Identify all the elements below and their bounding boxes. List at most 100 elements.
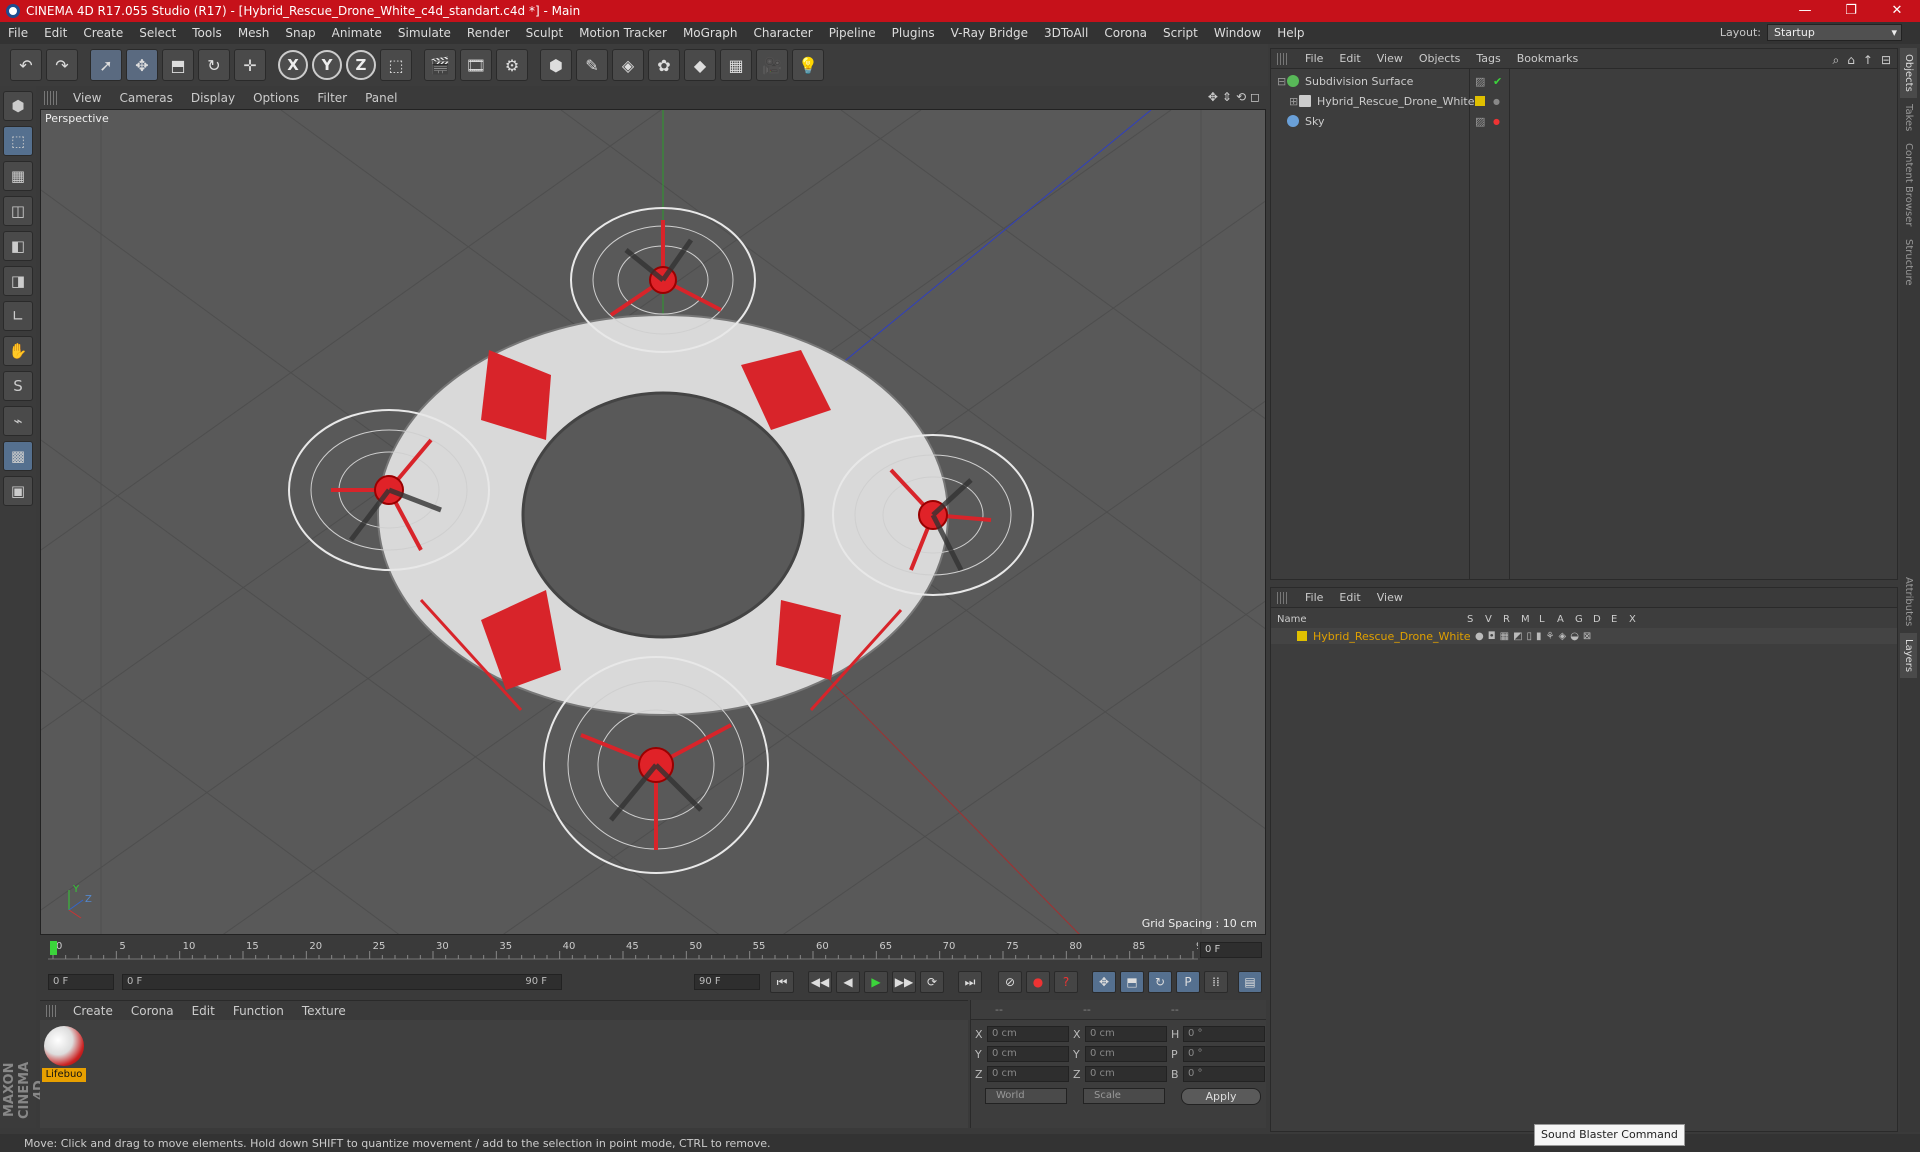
x-axis-lock-button[interactable]: X xyxy=(278,50,308,80)
key-position-icon[interactable]: ✥ xyxy=(1092,971,1116,993)
timeline-ruler[interactable]: 051015202530354045505560657075808590 0 F xyxy=(40,935,1266,965)
zoom-view-icon[interactable]: ⇕ xyxy=(1222,90,1232,104)
layers-menu-file[interactable]: File xyxy=(1297,591,1331,604)
menu-3dtoall[interactable]: 3DToAll xyxy=(1036,26,1096,40)
key-pla-icon[interactable]: ⁞⁞ xyxy=(1204,971,1228,993)
tab-objects[interactable]: Objects xyxy=(1900,48,1917,98)
panel-grip-icon[interactable] xyxy=(1277,52,1289,65)
viewport-menu-display[interactable]: Display xyxy=(182,91,244,105)
rot-p-field[interactable]: 0 ° xyxy=(1183,1046,1265,1062)
pen-spline-icon[interactable]: ✎ xyxy=(576,49,608,81)
menu-mesh[interactable]: Mesh xyxy=(230,26,278,40)
menu-file[interactable]: File xyxy=(0,26,36,40)
undo-icon[interactable]: ↶ xyxy=(10,49,42,81)
layer-row[interactable]: Hybrid_Rescue_Drone_White ●◘▦◩▯▮⚘◈◒⊠ xyxy=(1271,628,1897,644)
autokey-help-icon[interactable]: ? xyxy=(1054,971,1078,993)
tweak-mode-icon[interactable]: S xyxy=(3,371,33,401)
subdivision-surface-icon[interactable]: ◈ xyxy=(612,49,644,81)
menu-plugins[interactable]: Plugins xyxy=(884,26,943,40)
object-row-sky[interactable]: Sky ▨ ● xyxy=(1271,111,1897,131)
menu-snap[interactable]: Snap xyxy=(277,26,323,40)
layers-menu-edit[interactable]: Edit xyxy=(1331,591,1368,604)
make-editable-icon[interactable]: ⬢ xyxy=(3,91,33,121)
material-menu-function[interactable]: Function xyxy=(224,1004,293,1018)
up-arrow-icon[interactable]: ↑ xyxy=(1863,53,1873,68)
model-mode-icon[interactable]: ⬚ xyxy=(3,126,33,156)
key-rotation-icon[interactable]: ↻ xyxy=(1148,971,1172,993)
expand-icon[interactable]: ⊞ xyxy=(1289,95,1299,108)
edges-mode-icon[interactable]: ◨ xyxy=(3,266,33,296)
objects-menu-bookmarks[interactable]: Bookmarks xyxy=(1509,52,1586,65)
select-tool-icon[interactable]: ➚ xyxy=(90,49,122,81)
menu-character[interactable]: Character xyxy=(745,26,820,40)
layer-tag-icon[interactable]: ▨ xyxy=(1475,75,1485,88)
light-icon[interactable]: 💡 xyxy=(792,49,824,81)
viewport-menu-filter[interactable]: Filter xyxy=(308,91,356,105)
axis-mode-icon[interactable]: ✋ xyxy=(3,336,33,366)
points-mode-icon[interactable]: ◧ xyxy=(3,231,33,261)
visibility-dots-icon[interactable]: ● xyxy=(1493,117,1500,126)
current-frame-field[interactable]: 0 F xyxy=(1200,942,1262,958)
tab-layers[interactable]: Layers xyxy=(1900,632,1917,678)
minimize-button[interactable]: — xyxy=(1782,0,1828,22)
object-row-subdivision[interactable]: ⊟ Subdivision Surface ▨ ✔ xyxy=(1271,71,1897,91)
tab-attributes[interactable]: Attributes xyxy=(1900,571,1917,632)
cube-primitive-icon[interactable]: ⬢ xyxy=(540,49,572,81)
y-axis-lock-button[interactable]: Y xyxy=(312,50,342,80)
key-parameter-icon[interactable]: P xyxy=(1176,971,1200,993)
texture-mode-icon[interactable]: ▦ xyxy=(3,161,33,191)
previous-frame-button[interactable]: ◀ xyxy=(836,971,860,993)
menu-sculpt[interactable]: Sculpt xyxy=(518,26,571,40)
timeline-window-icon[interactable]: ▤ xyxy=(1238,971,1262,993)
menu-simulate[interactable]: Simulate xyxy=(390,26,459,40)
layer-flag-icons[interactable]: ●◘▦◩▯▮⚘◈◒⊠ xyxy=(1475,631,1595,642)
polygons-mode-icon[interactable]: ∟ xyxy=(3,301,33,331)
rot-b-field[interactable]: 0 ° xyxy=(1183,1066,1265,1082)
size-mode-select[interactable]: Scale xyxy=(1083,1088,1165,1104)
objects-menu-objects[interactable]: Objects xyxy=(1411,52,1469,65)
camera-icon[interactable]: 🎥 xyxy=(756,49,788,81)
menu-vray-bridge[interactable]: V-Ray Bridge xyxy=(943,26,1036,40)
viewport-menu-cameras[interactable]: Cameras xyxy=(110,91,181,105)
object-row-drone[interactable]: ⊞ Hybrid_Rescue_Drone_White ● xyxy=(1271,91,1897,111)
objects-menu-view[interactable]: View xyxy=(1369,52,1411,65)
key-scale-icon[interactable]: ⬒ xyxy=(1120,971,1144,993)
menu-edit[interactable]: Edit xyxy=(36,26,75,40)
maximize-view-icon[interactable]: ◻ xyxy=(1250,90,1260,104)
objects-menu-tags[interactable]: Tags xyxy=(1468,52,1508,65)
next-frame-button[interactable]: ▶▶ xyxy=(892,971,916,993)
workplane-mode-icon[interactable]: ◫ xyxy=(3,196,33,226)
menu-help[interactable]: Help xyxy=(1269,26,1312,40)
render-view-icon[interactable]: 🎬 xyxy=(424,49,456,81)
panel-grip-icon[interactable] xyxy=(1277,591,1289,604)
menu-window[interactable]: Window xyxy=(1206,26,1269,40)
collapse-icon[interactable]: ⊟ xyxy=(1277,75,1287,88)
material-menu-edit[interactable]: Edit xyxy=(183,1004,224,1018)
go-to-start-button[interactable]: ⏮ xyxy=(770,971,794,993)
material-swatch[interactable]: Lifebuo xyxy=(42,1024,86,1084)
panel-grip-icon[interactable] xyxy=(44,91,58,105)
apply-button[interactable]: Apply xyxy=(1181,1088,1261,1105)
redo-icon[interactable]: ↷ xyxy=(46,49,78,81)
layers-menu-view[interactable]: View xyxy=(1369,591,1411,604)
objects-menu-edit[interactable]: Edit xyxy=(1331,52,1368,65)
size-y-field[interactable]: 0 cm xyxy=(1085,1046,1167,1062)
search-icon[interactable]: ⌕ xyxy=(1833,53,1840,68)
layer-color-icon[interactable] xyxy=(1297,631,1307,641)
render-settings-icon[interactable]: ⚙ xyxy=(496,49,528,81)
tab-content-browser[interactable]: Content Browser xyxy=(1900,137,1917,232)
material-menu-create[interactable]: Create xyxy=(64,1004,122,1018)
size-x-field[interactable]: 0 cm xyxy=(1085,1026,1167,1042)
menu-render[interactable]: Render xyxy=(459,26,518,40)
maximize-button[interactable]: ❐ xyxy=(1828,0,1874,22)
new-view-icon[interactable]: ⊟ xyxy=(1881,53,1891,68)
home-icon[interactable]: ⌂ xyxy=(1847,53,1855,68)
panel-grip-icon[interactable] xyxy=(46,1004,58,1017)
menu-select[interactable]: Select xyxy=(131,26,184,40)
range-slider[interactable]: 0 F 90 F xyxy=(122,974,562,990)
pan-view-icon[interactable]: ✥ xyxy=(1208,90,1218,104)
menu-mograph[interactable]: MoGraph xyxy=(675,26,746,40)
layout-select[interactable]: Startup xyxy=(1767,24,1902,41)
menu-script[interactable]: Script xyxy=(1155,26,1206,40)
menu-motion-tracker[interactable]: Motion Tracker xyxy=(571,26,675,40)
